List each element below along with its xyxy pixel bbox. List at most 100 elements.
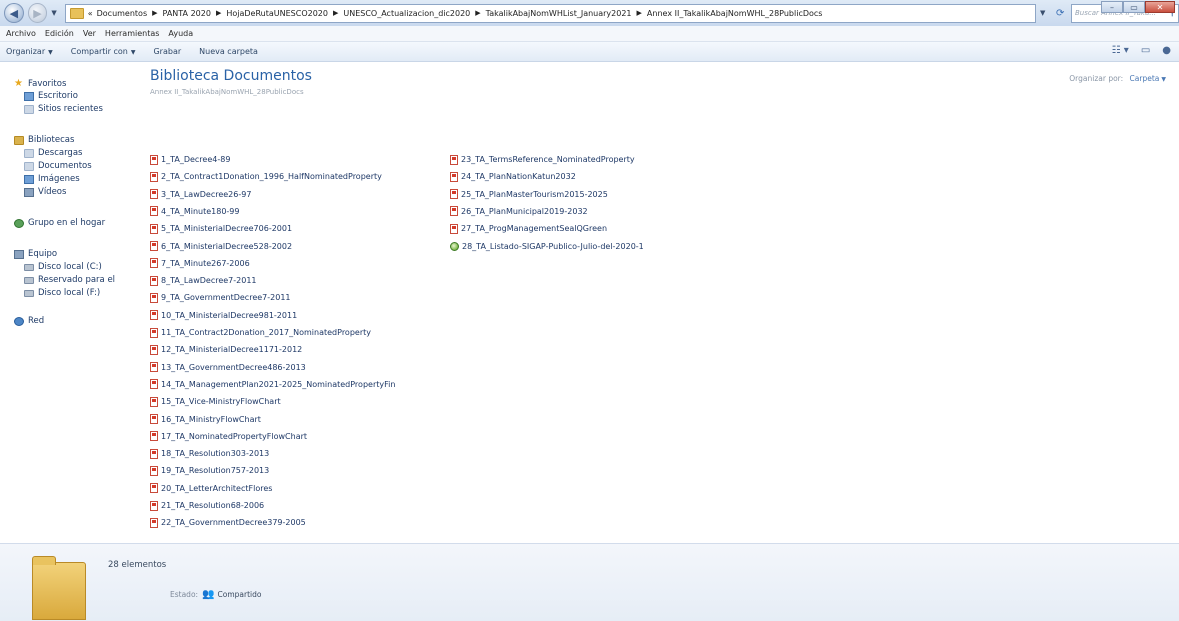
- minimize-button[interactable]: –: [1101, 1, 1123, 13]
- nav-libraries[interactable]: Bibliotecas: [14, 135, 74, 145]
- file-item[interactable]: 23_TA_TermsReference_NominatedProperty: [450, 154, 635, 165]
- menu-archivo[interactable]: Archivo: [6, 29, 36, 38]
- pdf-file-icon: [450, 189, 458, 200]
- file-item[interactable]: 3_TA_LawDecree26-97: [150, 189, 251, 200]
- breadcrumb-separator-icon[interactable]: ▶: [475, 9, 480, 17]
- breadcrumb-separator-icon[interactable]: ▶: [216, 9, 221, 17]
- new-folder-button[interactable]: Nueva carpeta: [199, 47, 258, 56]
- file-item[interactable]: 16_TA_MinistryFlowChart: [150, 414, 261, 425]
- file-item[interactable]: 7_TA_Minute267-2006: [150, 258, 250, 269]
- file-name: 9_TA_GovernmentDecree7-2011: [161, 293, 291, 303]
- file-item[interactable]: 12_TA_MinisterialDecree1171-2012: [150, 344, 302, 355]
- pdf-file-icon: [150, 344, 158, 355]
- nav-network[interactable]: Red: [14, 316, 44, 326]
- file-item[interactable]: 14_TA_ManagementPlan2021-2025_NominatedP…: [150, 379, 395, 390]
- breadcrumb-panta[interactable]: PANTA 2020: [163, 9, 211, 18]
- menu-herramientas[interactable]: Herramientas: [105, 29, 160, 38]
- breadcrumb-separator-icon[interactable]: ▶: [152, 9, 157, 17]
- file-item[interactable]: 24_TA_PlanNationKatun2032: [450, 171, 576, 182]
- nav-favorites[interactable]: ★ Favoritos: [14, 78, 66, 89]
- file-item[interactable]: 28_TA_Listado-SIGAP-Publico-Julio-del-20…: [450, 241, 644, 252]
- nav-reserved[interactable]: Reservado para el: [24, 275, 115, 285]
- forward-button[interactable]: ▶: [27, 3, 48, 23]
- nav-recent[interactable]: Sitios recientes: [24, 104, 103, 114]
- file-item[interactable]: 19_TA_Resolution757-2013: [150, 465, 269, 476]
- drive-icon: [24, 276, 34, 284]
- nav-videos[interactable]: Vídeos: [24, 187, 66, 197]
- nav-label: Disco local (F:): [38, 288, 101, 298]
- file-item[interactable]: 6_TA_MinisterialDecree528-2002: [150, 241, 292, 252]
- breadcrumb-documentos[interactable]: Documentos: [97, 9, 148, 18]
- refresh-button[interactable]: ⟳: [1051, 4, 1069, 23]
- spreadsheet-file-icon: [450, 241, 459, 251]
- breadcrumb-unesco[interactable]: UNESCO_Actualizacion_dic2020: [343, 9, 470, 18]
- window-controls: – ▭ ✕: [1101, 1, 1175, 13]
- nav-downloads[interactable]: Descargas: [24, 148, 82, 158]
- preview-pane-icon[interactable]: ▭: [1141, 45, 1150, 56]
- maximize-button[interactable]: ▭: [1123, 1, 1145, 13]
- menu-ayuda[interactable]: Ayuda: [168, 29, 193, 38]
- share-button[interactable]: Compartir con ▼: [71, 47, 136, 56]
- file-item[interactable]: 4_TA_Minute180-99: [150, 206, 240, 217]
- nav-disk-c[interactable]: Disco local (C:): [24, 262, 102, 272]
- nav-desktop[interactable]: Escritorio: [24, 91, 78, 101]
- file-item[interactable]: 13_TA_GovernmentDecree486-2013: [150, 362, 306, 373]
- breadcrumb-separator-icon[interactable]: ▶: [333, 9, 338, 17]
- drive-icon: [24, 263, 34, 271]
- share-label: Compartir con: [70, 47, 128, 56]
- file-item[interactable]: 22_TA_GovernmentDecree379-2005: [150, 517, 306, 528]
- menu-ver[interactable]: Ver: [83, 29, 96, 38]
- nav-label: Bibliotecas: [28, 135, 75, 145]
- address-field[interactable]: « Documentos ▶ PANTA 2020 ▶ HojaDeRutaUN…: [64, 3, 1036, 23]
- arrange-by-dropdown[interactable]: Carpeta: [1130, 74, 1160, 83]
- address-history-chevron-icon[interactable]: ▼: [1040, 9, 1045, 17]
- file-item[interactable]: 9_TA_GovernmentDecree7-2011: [150, 292, 291, 303]
- file-item[interactable]: 20_TA_LetterArchitectFlores: [150, 483, 272, 494]
- chevron-down-icon[interactable]: ▼: [1161, 76, 1166, 83]
- pdf-file-icon: [150, 431, 158, 442]
- view-controls: ☷ ▾ ▭ ●: [1100, 45, 1171, 56]
- file-name: 16_TA_MinistryFlowChart: [161, 414, 261, 424]
- close-button[interactable]: ✕: [1145, 1, 1175, 13]
- file-item[interactable]: 5_TA_MinisterialDecree706-2001: [150, 223, 292, 234]
- file-item[interactable]: 26_TA_PlanMunicipal2019-2032: [450, 206, 588, 217]
- pdf-file-icon: [150, 500, 158, 511]
- burn-button[interactable]: Grabar: [153, 47, 181, 56]
- menu-edicion[interactable]: Edición: [45, 29, 74, 38]
- library-title: Biblioteca Documentos: [150, 68, 312, 84]
- breadcrumb-annex[interactable]: Annex II_TakalikAbajNomWHL_28PublicDocs: [647, 9, 823, 18]
- change-view-icon[interactable]: ☷ ▾: [1112, 45, 1129, 56]
- file-item[interactable]: 27_TA_ProgManagementSealQGreen: [450, 223, 607, 234]
- help-icon[interactable]: ●: [1162, 45, 1171, 56]
- sharing-state: Estado: 👥 Compartido: [170, 589, 261, 600]
- back-button[interactable]: ◀: [4, 3, 24, 23]
- file-item[interactable]: 1_TA_Decree4-89: [150, 154, 230, 165]
- file-item[interactable]: 25_TA_PlanMasterTourism2015-2025: [450, 189, 608, 200]
- nav-computer[interactable]: Equipo: [14, 249, 57, 259]
- file-item[interactable]: 18_TA_Resolution303-2013: [150, 448, 269, 459]
- file-item[interactable]: 21_TA_Resolution68-2006: [150, 500, 264, 511]
- file-item[interactable]: 10_TA_MinisterialDecree981-2011: [150, 310, 297, 321]
- organize-label: Organizar: [6, 47, 46, 56]
- breadcrumb-takalik[interactable]: TakalikAbajNomWHList_January2021: [486, 9, 632, 18]
- file-item[interactable]: 11_TA_Contract2Donation_2017_NominatedPr…: [150, 327, 371, 338]
- pdf-file-icon: [150, 483, 158, 494]
- file-item[interactable]: 2_TA_Contract1Donation_1996_HalfNominate…: [150, 171, 382, 182]
- nav-images[interactable]: Imágenes: [24, 174, 80, 184]
- nav-homegroup[interactable]: Grupo en el hogar: [14, 218, 105, 228]
- drive-icon: [24, 289, 34, 297]
- overflow-crumbs-button[interactable]: «: [88, 9, 93, 18]
- breadcrumb-hojaderuta[interactable]: HojaDeRutaUNESCO2020: [226, 9, 328, 18]
- nav-disk-f[interactable]: Disco local (F:): [24, 288, 100, 298]
- file-item[interactable]: 8_TA_LawDecree7-2011: [150, 275, 257, 286]
- recent-pages-chevron-icon[interactable]: ▼: [51, 9, 56, 17]
- pdf-file-icon: [150, 327, 158, 338]
- file-item[interactable]: 15_TA_Vice-MinistryFlowChart: [150, 396, 281, 407]
- nav-label: Favoritos: [28, 78, 67, 89]
- breadcrumb-separator-icon[interactable]: ▶: [637, 9, 642, 17]
- organize-button[interactable]: Organizar ▼: [6, 47, 53, 56]
- nav-documents[interactable]: Documentos: [24, 161, 92, 171]
- nav-label: Reservado para el: [38, 275, 116, 285]
- library-subtitle: Annex II_TakalikAbajNomWHL_28PublicDocs: [150, 88, 304, 96]
- file-item[interactable]: 17_TA_NominatedPropertyFlowChart: [150, 431, 307, 442]
